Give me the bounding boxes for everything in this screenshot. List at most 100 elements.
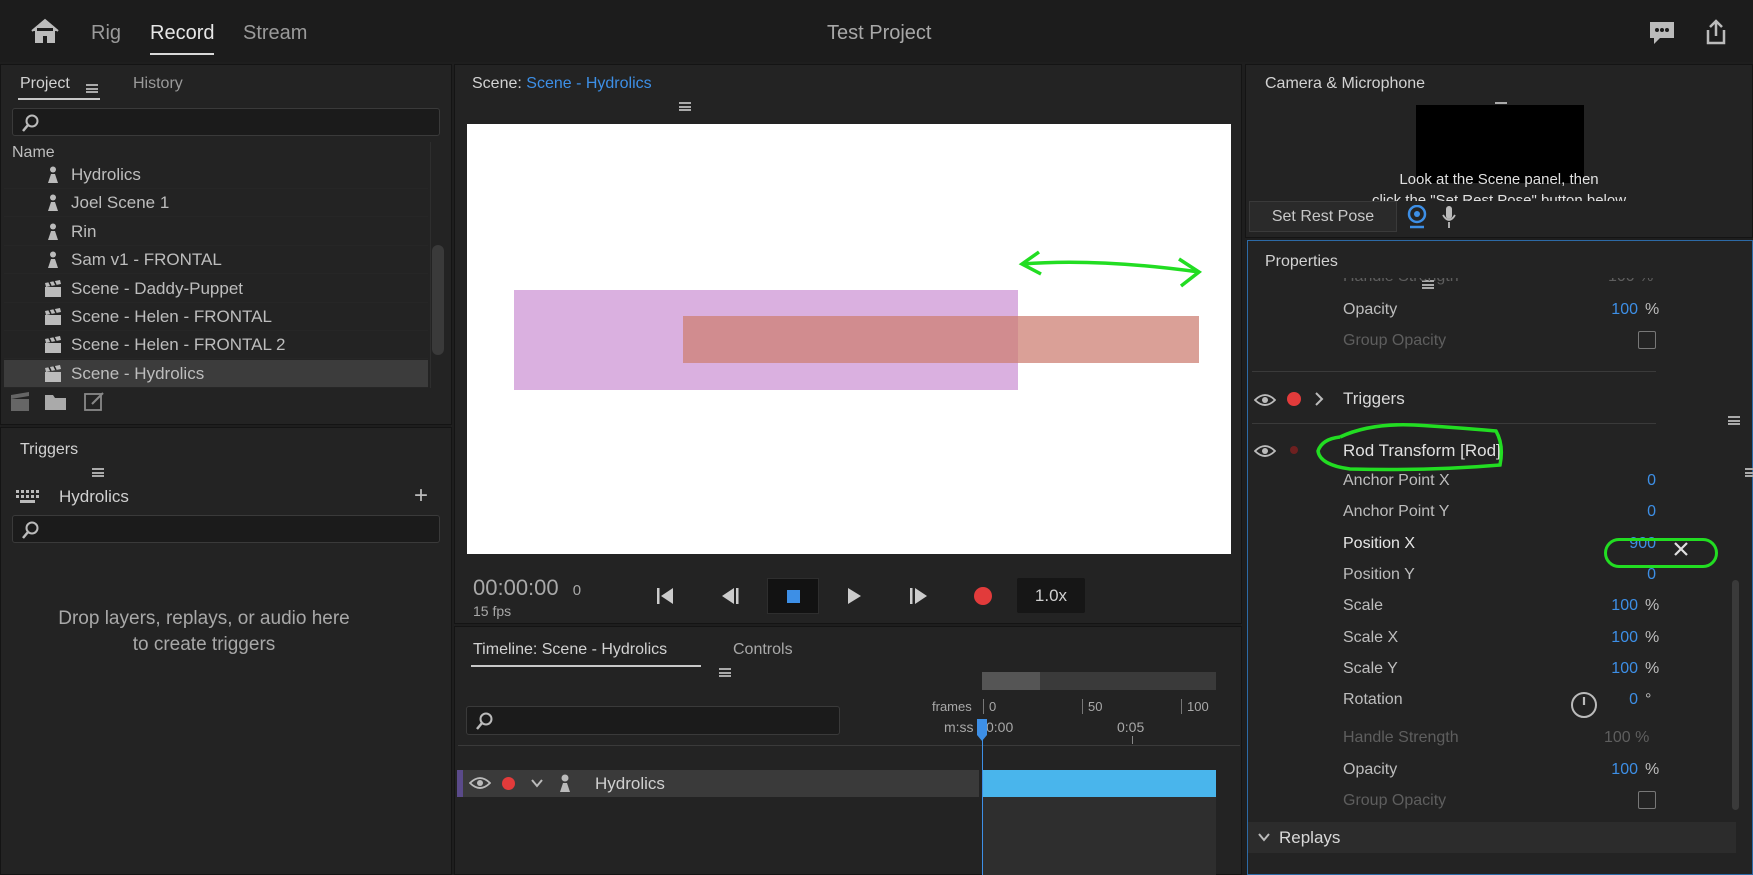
- set-rest-pose-button[interactable]: Set Rest Pose: [1249, 201, 1397, 232]
- frame-tick-0: 0: [983, 699, 996, 714]
- prop-unit: °: [1645, 691, 1652, 709]
- eye-icon[interactable]: [469, 776, 491, 790]
- edit-icon[interactable]: [84, 392, 106, 412]
- track-clip[interactable]: [982, 770, 1216, 797]
- triggers-empty-line1: Drop layers, replays, or audio here: [58, 608, 350, 629]
- feedback-icon[interactable]: [1648, 20, 1676, 46]
- share-icon[interactable]: [1702, 18, 1730, 46]
- tab-controls[interactable]: Controls: [733, 641, 793, 659]
- properties-title: Properties: [1265, 253, 1338, 270]
- camera-hint-line2: click the "Set Rest Pose" button below: [1371, 192, 1627, 201]
- project-item[interactable]: Scene - Hydrolics: [4, 359, 428, 388]
- scene-menu-icon[interactable]: [679, 102, 692, 111]
- timeline-search-input[interactable]: [466, 706, 840, 735]
- tab-record[interactable]: Record: [150, 22, 215, 55]
- eye-icon[interactable]: [1254, 444, 1276, 458]
- go-to-start-icon[interactable]: [655, 587, 675, 605]
- properties-scrollbar[interactable]: [1732, 580, 1739, 810]
- home-icon[interactable]: [30, 18, 60, 44]
- zoom-handle[interactable]: [982, 672, 1040, 690]
- mss-label: m:ss: [944, 719, 974, 735]
- timeline-tab-underline: [471, 665, 701, 667]
- prop-value[interactable]: 0: [1600, 566, 1656, 584]
- column-divider: [430, 142, 431, 388]
- triggers-record-arm[interactable]: [1287, 392, 1301, 406]
- timecode-display: 00:00:00 0: [473, 575, 581, 601]
- tab-timeline[interactable]: Timeline: Scene - Hydrolics: [473, 641, 667, 659]
- frames-label: frames: [932, 699, 972, 714]
- project-search-input[interactable]: [12, 108, 440, 136]
- chevron-down-icon[interactable]: [1258, 833, 1270, 842]
- stop-button[interactable]: [767, 578, 819, 614]
- search-icon: [476, 712, 493, 730]
- divider: [1252, 371, 1656, 372]
- triggers-section-label[interactable]: Triggers: [1343, 389, 1405, 409]
- prop-value[interactable]: 100: [1580, 660, 1638, 678]
- step-back-icon[interactable]: [720, 587, 742, 605]
- replays-section[interactable]: Replays: [1248, 822, 1736, 853]
- stopwatch-icon[interactable]: [1570, 691, 1598, 719]
- scene-canvas[interactable]: [467, 124, 1231, 554]
- rod-record-arm[interactable]: [1290, 446, 1298, 454]
- tab-history[interactable]: History: [133, 75, 183, 93]
- project-item[interactable]: Sam v1 - FRONTAL: [4, 246, 428, 275]
- project-item[interactable]: Scene - Daddy-Puppet: [4, 275, 428, 303]
- project-item-label: Scene - Helen - FRONTAL: [71, 307, 272, 326]
- frame-tick-50: 50: [1082, 699, 1102, 714]
- project-scrollbar[interactable]: [432, 245, 444, 355]
- opacity-value[interactable]: 100: [1580, 761, 1638, 779]
- trigger-puppet-name: Hydrolics: [59, 487, 129, 506]
- triggers-empty-hint: Drop layers, replays, or audio here to c…: [0, 606, 408, 658]
- chevron-right-icon[interactable]: [1315, 392, 1324, 406]
- track-record-arm[interactable]: [502, 777, 515, 790]
- prop-value[interactable]: 0: [1600, 503, 1656, 521]
- stop-icon: [787, 590, 800, 603]
- camera-title: Camera & Microphone: [1265, 75, 1426, 92]
- close-icon[interactable]: [1673, 541, 1689, 557]
- project-item[interactable]: Rin: [4, 218, 428, 246]
- project-item[interactable]: Joel Scene 1: [4, 189, 428, 218]
- playhead-handle-icon[interactable]: [977, 719, 988, 741]
- group-opacity-checkbox[interactable]: [1638, 791, 1656, 809]
- microphone-icon[interactable]: [1441, 205, 1457, 229]
- triggers-search-input[interactable]: [12, 515, 440, 543]
- project-menu-icon[interactable]: [86, 84, 98, 93]
- opacity-top-value[interactable]: 100: [1580, 301, 1638, 319]
- position-x-annotation: [1604, 538, 1718, 568]
- triggers-section-menu-icon[interactable]: [1728, 416, 1741, 425]
- tab-project[interactable]: Project: [20, 75, 70, 93]
- eye-icon[interactable]: [1254, 393, 1276, 407]
- project-item[interactable]: Hydrolics: [4, 161, 428, 189]
- group-opacity-top-checkbox[interactable]: [1638, 331, 1656, 349]
- playback-speed[interactable]: 1.0x: [1017, 578, 1085, 613]
- timeline-menu-icon[interactable]: [718, 668, 731, 677]
- project-item[interactable]: Scene - Helen - FRONTAL: [4, 303, 428, 331]
- chevron-down-icon[interactable]: [531, 779, 543, 788]
- track-row[interactable]: Hydrolics: [457, 770, 979, 797]
- track-lane: [982, 797, 1216, 875]
- project-item[interactable]: Scene - Helen - FRONTAL 2: [4, 331, 428, 360]
- clapper-icon: [45, 364, 61, 382]
- prop-value[interactable]: 0: [1600, 472, 1656, 490]
- scene-name-link[interactable]: Scene - Hydrolics: [526, 75, 651, 92]
- triggers-menu-icon[interactable]: [92, 468, 104, 477]
- rod-section-menu-icon[interactable]: [1744, 468, 1753, 477]
- prop-label: Scale Y: [1343, 659, 1398, 677]
- puppet-icon: [48, 223, 58, 240]
- prop-value[interactable]: 100: [1580, 629, 1638, 647]
- clapper-icon: [45, 308, 61, 325]
- play-icon[interactable]: [845, 587, 863, 605]
- webcam-icon[interactable]: [1407, 205, 1427, 229]
- step-forward-icon[interactable]: [908, 587, 930, 605]
- prop-label: Rotation: [1343, 691, 1403, 709]
- new-scene-icon[interactable]: [10, 392, 32, 412]
- playhead-line[interactable]: [982, 720, 983, 875]
- prop-value[interactable]: 100: [1580, 597, 1638, 615]
- timeline-zoom-bar[interactable]: [982, 672, 1216, 690]
- top-bar: Rig Record Stream Test Project: [0, 0, 1753, 62]
- new-folder-icon[interactable]: [44, 392, 68, 412]
- tab-stream[interactable]: Stream: [243, 22, 307, 45]
- record-button[interactable]: [974, 587, 992, 605]
- tab-rig[interactable]: Rig: [91, 22, 121, 45]
- add-trigger-button[interactable]: +: [414, 482, 428, 510]
